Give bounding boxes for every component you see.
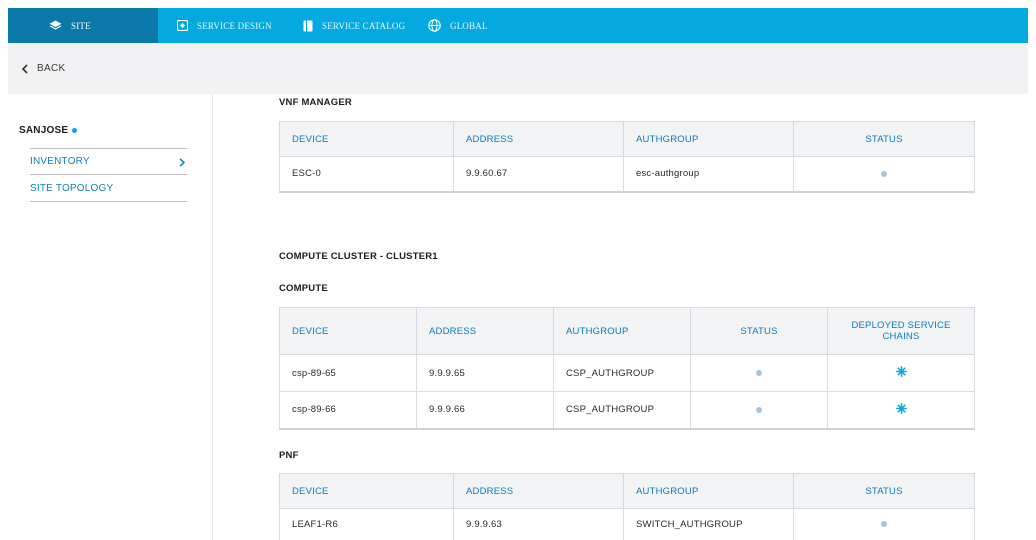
column-header-authgroup[interactable]: AUTHGROUP xyxy=(623,473,794,509)
tab-service-catalog[interactable]: SERVICE CATALOG xyxy=(285,8,420,43)
column-header-authgroup[interactable]: AUTHGROUP xyxy=(553,307,691,355)
column-header-address[interactable]: ADDRESS xyxy=(453,473,624,509)
column-header-status[interactable]: STATUS xyxy=(793,121,975,157)
table-row[interactable]: LEAF1-R6 9.9.9.63 SWITCH_AUTHGROUP xyxy=(279,508,975,540)
back-button[interactable]: BACK xyxy=(37,63,65,74)
site-status-dot xyxy=(72,128,78,133)
column-header-device[interactable]: DEVICE xyxy=(279,121,454,157)
catalog-book-icon xyxy=(303,20,313,32)
column-header-device[interactable]: DEVICE xyxy=(279,473,454,509)
sidebar-item-site-topology[interactable]: SITE TOPOLOGY xyxy=(30,175,187,202)
tab-site-label: SITE xyxy=(71,20,91,31)
compute-cluster-title: COMPUTE CLUSTER - CLUSTER1 xyxy=(279,251,438,262)
cell-device: ESC-0 xyxy=(279,156,454,193)
table-header-row: DEVICE ADDRESS AUTHGROUP STATUS xyxy=(279,473,975,509)
column-header-status[interactable]: STATUS xyxy=(793,473,975,509)
cell-status xyxy=(690,354,828,392)
tab-service-catalog-label: SERVICE CATALOG xyxy=(322,20,406,31)
compute-title: COMPUTE xyxy=(279,283,328,294)
cell-device: csp-89-66 xyxy=(279,391,417,430)
cell-deployed-service-chains xyxy=(827,354,975,392)
site-name-label: SANJOSE xyxy=(19,125,69,136)
vnf-manager-title: VNF MANAGER xyxy=(279,97,352,108)
pnf-title: PNF xyxy=(279,450,299,461)
cell-address: 9.9.9.63 xyxy=(453,508,624,540)
globe-icon xyxy=(428,19,441,32)
cell-authgroup: SWITCH_AUTHGROUP xyxy=(623,508,794,540)
table-header-row: DEVICE ADDRESS AUTHGROUP STATUS xyxy=(279,121,975,157)
column-header-address[interactable]: ADDRESS xyxy=(453,121,624,157)
status-ok-icon xyxy=(881,170,887,177)
pnf-table: DEVICE ADDRESS AUTHGROUP STATUS LEAF1-R6… xyxy=(279,473,975,540)
status-ok-icon xyxy=(881,521,887,528)
back-bar: BACK xyxy=(8,43,1028,94)
status-ok-icon xyxy=(756,406,762,413)
cell-authgroup: esc-authgroup xyxy=(623,156,794,193)
sidebar-item-label: SITE TOPOLOGY xyxy=(30,182,114,194)
sidebar-item-inventory[interactable]: INVENTORY xyxy=(30,148,187,175)
chevron-left-icon[interactable] xyxy=(19,63,31,75)
service-chain-icon[interactable] xyxy=(895,366,907,380)
cell-authgroup: CSP_AUTHGROUP xyxy=(553,391,691,430)
cell-authgroup: CSP_AUTHGROUP xyxy=(553,354,691,392)
tab-service-design[interactable]: SERVICE DESIGN xyxy=(158,8,285,43)
cell-address: 9.9.9.66 xyxy=(416,391,554,430)
vnf-manager-table: DEVICE ADDRESS AUTHGROUP STATUS ESC-0 9.… xyxy=(279,121,975,193)
table-header-row: DEVICE ADDRESS AUTHGROUP STATUS DEPLOYED… xyxy=(279,307,975,355)
column-header-deployed-service-chains[interactable]: DEPLOYED SERVICE CHAINS xyxy=(827,307,975,355)
cell-address: 9.9.9.65 xyxy=(416,354,554,392)
cell-status xyxy=(793,156,975,193)
table-row[interactable]: ESC-0 9.9.60.67 esc-authgroup xyxy=(279,156,975,193)
site-name: SANJOSE xyxy=(19,125,78,136)
table-row[interactable]: csp-89-65 9.9.9.65 CSP_AUTHGROUP xyxy=(279,354,975,392)
service-design-icon xyxy=(177,20,188,31)
tab-service-design-label: SERVICE DESIGN xyxy=(197,20,272,31)
chevron-right-icon xyxy=(179,158,186,170)
sidebar-item-label: INVENTORY xyxy=(30,156,90,167)
service-chain-icon[interactable] xyxy=(895,402,907,417)
cell-address: 9.9.60.67 xyxy=(453,156,624,193)
layers-icon xyxy=(49,20,62,32)
cell-device: LEAF1-R6 xyxy=(279,508,454,540)
top-navigation-bar: SITE SERVICE DESIGN SERVICE CATALOG GLOB… xyxy=(8,8,1028,43)
column-header-authgroup[interactable]: AUTHGROUP xyxy=(623,121,794,157)
cell-deployed-service-chains xyxy=(827,391,975,430)
tab-site[interactable]: SITE xyxy=(8,8,158,43)
compute-table: DEVICE ADDRESS AUTHGROUP STATUS DEPLOYED… xyxy=(279,307,975,430)
column-header-status[interactable]: STATUS xyxy=(690,307,828,355)
column-header-address[interactable]: ADDRESS xyxy=(416,307,554,355)
status-ok-icon xyxy=(756,369,762,376)
cell-status xyxy=(793,508,975,540)
table-row[interactable]: csp-89-66 9.9.9.66 CSP_AUTHGROUP xyxy=(279,391,975,430)
cell-status xyxy=(690,391,828,430)
tab-global[interactable]: GLOBAL xyxy=(420,8,510,43)
tab-global-label: GLOBAL xyxy=(450,20,488,31)
column-header-device[interactable]: DEVICE xyxy=(279,307,417,355)
sidebar: SANJOSE INVENTORY SITE TOPOLOGY xyxy=(8,94,213,540)
cell-device: csp-89-65 xyxy=(279,354,417,392)
